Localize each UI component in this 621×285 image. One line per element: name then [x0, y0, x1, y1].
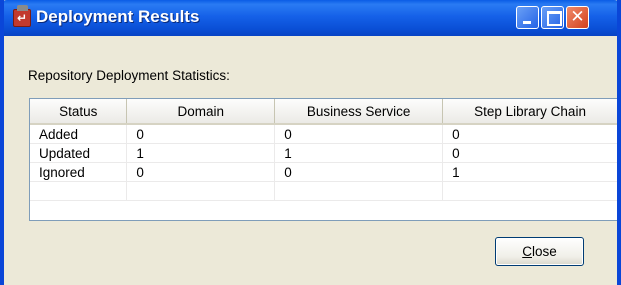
table-row[interactable]: Ignored 0 0 1	[30, 162, 617, 182]
cell-domain: 0	[126, 162, 276, 182]
app-icon: ↵	[13, 5, 31, 27]
cell-business-service: 1	[274, 143, 444, 163]
cell-status	[30, 181, 128, 201]
maximize-button[interactable]	[541, 6, 564, 29]
cell-step-library-chain	[442, 181, 617, 201]
column-header-business-service[interactable]: Business Service	[274, 99, 444, 125]
close-button-mnemonic: C	[522, 244, 532, 259]
table-row[interactable]: Added 0 0 0	[30, 124, 617, 144]
cell-step-library-chain: 0	[442, 143, 617, 163]
close-x-icon: ✕	[570, 7, 585, 27]
cell-business-service	[274, 181, 444, 201]
cell-status: Added	[30, 124, 128, 144]
cell-business-service: 0	[274, 124, 444, 144]
deployment-results-dialog: ↵ Deployment Results ✕ Repository Deploy…	[0, 0, 621, 285]
table-row[interactable]	[30, 181, 617, 201]
close-button[interactable]: Close	[495, 237, 584, 266]
close-button-label: lose	[531, 244, 557, 259]
cell-step-library-chain: 1	[442, 162, 617, 182]
minimize-button[interactable]	[516, 6, 539, 29]
statistics-label: Repository Deployment Statistics:	[28, 68, 230, 83]
cell-status: Updated	[30, 143, 128, 163]
close-window-button[interactable]: ✕	[566, 6, 589, 29]
column-header-step-library-chain[interactable]: Step Library Chain	[442, 99, 617, 125]
table-row[interactable]: Updated 1 1 0	[30, 143, 617, 163]
window-title: Deployment Results	[36, 7, 200, 26]
cell-business-service: 0	[274, 162, 444, 182]
column-header-domain[interactable]: Domain	[126, 99, 276, 125]
cell-domain: 0	[126, 124, 276, 144]
cell-status: Ignored	[30, 162, 128, 182]
cell-domain	[126, 181, 276, 201]
statistics-table[interactable]: Status Domain Business Service Step Libr…	[29, 98, 617, 221]
table-header-row: Status Domain Business Service Step Libr…	[30, 99, 617, 125]
cell-step-library-chain: 0	[442, 124, 617, 144]
title-bar[interactable]: ↵ Deployment Results ✕	[4, 0, 617, 36]
column-header-status[interactable]: Status	[30, 99, 128, 125]
cell-domain: 1	[126, 143, 276, 163]
